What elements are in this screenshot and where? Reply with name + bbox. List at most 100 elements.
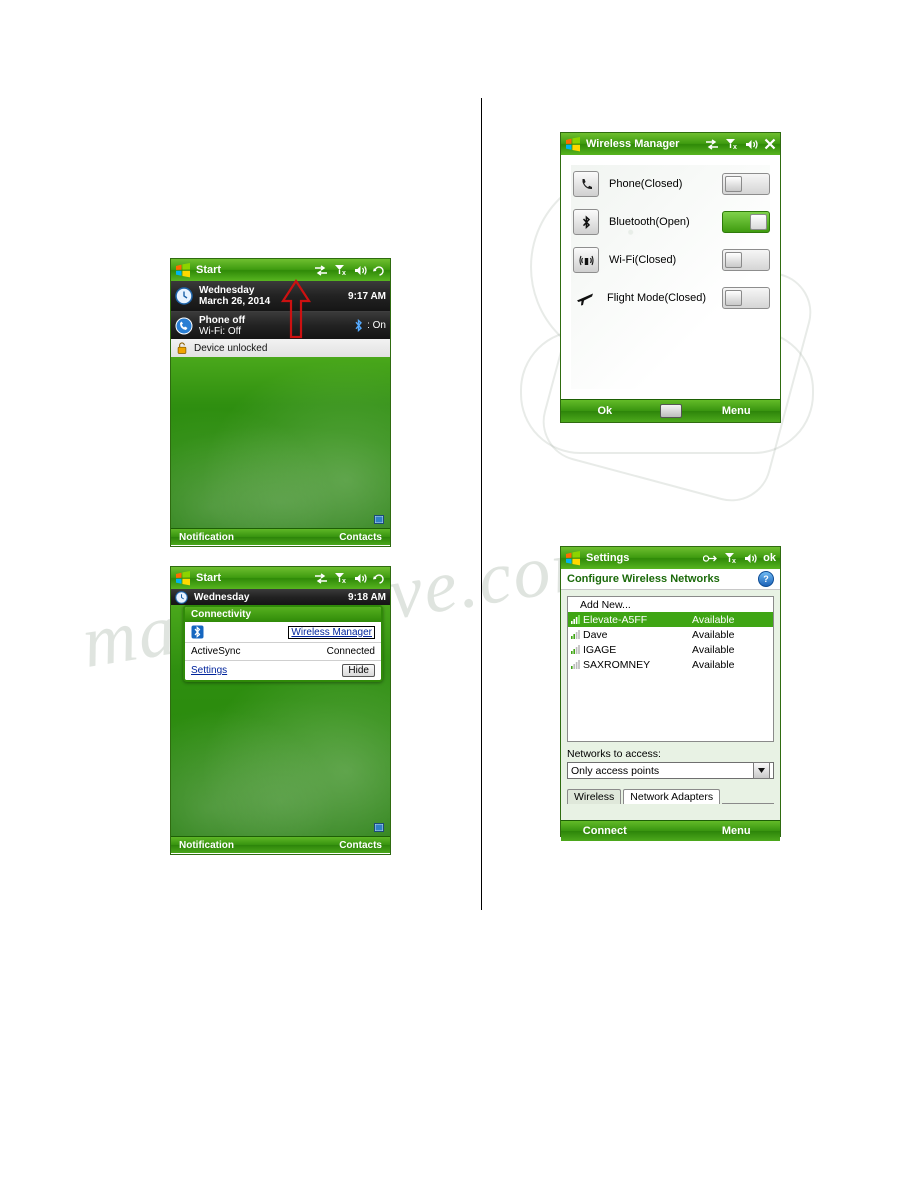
network-name-label: IGAGE [583, 643, 617, 656]
sync-icon[interactable] [373, 573, 386, 584]
tab-wireless[interactable]: Wireless [567, 789, 622, 804]
start-label[interactable]: Start [196, 264, 314, 276]
softkey-right[interactable]: Contacts [339, 532, 382, 543]
connectivity-icon[interactable] [705, 138, 719, 150]
wm-toggle-flight-mode[interactable] [722, 287, 770, 309]
battery-icon [374, 823, 384, 832]
network-name: IGAGE [571, 644, 692, 656]
clock-icon [175, 590, 188, 604]
sync-icon[interactable] [373, 265, 386, 276]
settings-tabs: Wireless Network Adapters [567, 787, 774, 804]
windows-logo-icon [176, 262, 190, 277]
help-icon[interactable]: ? [758, 571, 774, 587]
settings-wireless-screen: Settings x ok Configure Wireless Network… [560, 546, 781, 841]
volume-icon[interactable] [744, 553, 757, 564]
hide-button[interactable]: Hide [342, 664, 375, 677]
softkey-bar: Connect Menu [561, 820, 780, 841]
device-lock-row[interactable]: Device unlocked [171, 339, 390, 357]
table-row[interactable]: SAXROMNEY Available [568, 657, 773, 672]
networks-to-access-select[interactable]: Only access points [567, 762, 774, 779]
status-tray: x ok [703, 552, 776, 564]
document-page: manualslive.com Start x [0, 0, 918, 1188]
table-row[interactable]: Dave Available [568, 627, 773, 642]
softkey-connect[interactable]: Connect [561, 825, 649, 837]
status-tray: x [314, 572, 386, 584]
networks-to-access-value: Only access points [571, 764, 660, 777]
network-name-label: SAXROMNEY [583, 658, 651, 671]
softkey-bar: Notification Contacts [171, 528, 390, 545]
network-name-label: Dave [583, 628, 608, 641]
wm-toggle-phone[interactable] [722, 173, 770, 195]
activesync-status: Connected [326, 646, 375, 657]
window-title: Settings [586, 552, 630, 564]
popup-row-activesync[interactable]: ActiveSync Connected [185, 643, 381, 661]
status-tray: x [314, 264, 386, 276]
signal-off-icon[interactable]: x [334, 264, 348, 276]
softkey-menu[interactable]: Menu [692, 825, 780, 837]
network-name: SAXROMNEY [571, 659, 692, 671]
wm-label-bluetooth: Bluetooth(Open) [609, 216, 690, 228]
svg-text:x: x [732, 558, 736, 564]
network-status: Available [692, 643, 735, 656]
wm-label-wifi: Wi-Fi(Closed) [609, 254, 677, 266]
today-screen-2: Start x Wednesday 9:18 AM Connectivity W… [170, 566, 391, 855]
network-name: Dave [571, 629, 692, 641]
title-ok-button[interactable]: ok [763, 552, 776, 564]
wireless-manager-screen: Wireless Manager x Phone(Closed) Bluetoo… [560, 132, 781, 423]
network-status: Available [692, 613, 735, 626]
signal-bars-icon [571, 630, 580, 639]
battery-icon [374, 515, 384, 524]
network-name-label: Elevate-A5FF [583, 613, 648, 626]
volume-icon[interactable] [354, 573, 367, 584]
phone-off-label: Phone off [199, 314, 246, 326]
svg-text:x: x [342, 270, 346, 276]
softkey-left[interactable]: Notification [179, 840, 234, 851]
signal-off-icon[interactable]: x [725, 138, 739, 150]
title-bar: Start x [171, 259, 390, 281]
signal-off-icon[interactable]: x [724, 552, 738, 564]
date-row[interactable]: Wednesday 9:18 AM [171, 589, 390, 605]
popup-row-wireless-manager[interactable]: Wireless Manager [185, 622, 381, 643]
table-row[interactable]: IGAGE Available [568, 642, 773, 657]
softkey-right[interactable]: Contacts [339, 840, 382, 851]
close-icon[interactable] [764, 138, 776, 150]
page-title: Configure Wireless Networks [567, 573, 720, 585]
connectivity-icon[interactable] [314, 572, 328, 584]
table-row[interactable]: Elevate-A5FF Available [568, 612, 773, 627]
wm-row-wifi[interactable]: Wi-Fi(Closed) [561, 241, 780, 279]
today-screen-1: Start x Wednesday March 26, 2014 9:17 AM… [170, 258, 391, 547]
volume-icon[interactable] [354, 265, 367, 276]
list-item-add-new[interactable]: Add New... [568, 597, 773, 612]
wm-toggle-wifi[interactable] [722, 249, 770, 271]
wifi-off-label: Wi-Fi: Off [199, 325, 242, 337]
chevron-down-icon[interactable] [753, 762, 770, 779]
settings-link[interactable]: Settings [191, 665, 342, 676]
tab-network-adapters[interactable]: Network Adapters [623, 789, 721, 804]
network-list[interactable]: Add New... Elevate-A5FF Available Dave A… [567, 596, 774, 742]
wm-row-bluetooth[interactable]: Bluetooth(Open) [561, 203, 780, 241]
softkey-ok[interactable]: Ok [561, 405, 649, 417]
signal-bars-icon [571, 615, 580, 624]
signal-off-icon[interactable]: x [334, 572, 348, 584]
title-bar: Settings x ok [561, 547, 780, 569]
network-status: Available [692, 658, 735, 671]
phone-icon [573, 171, 599, 197]
start-label[interactable]: Start [196, 572, 314, 584]
flight-mode-icon [573, 286, 597, 310]
wm-row-phone[interactable]: Phone(Closed) [561, 165, 780, 203]
wm-toggle-bluetooth[interactable] [722, 211, 770, 233]
volume-icon[interactable] [745, 139, 758, 150]
signal-bars-icon [571, 660, 580, 669]
wifi-icon [573, 247, 599, 273]
connectivity-icon[interactable] [314, 264, 328, 276]
softkey-left[interactable]: Notification [179, 532, 234, 543]
wireless-manager-link[interactable]: Wireless Manager [288, 625, 375, 639]
softkey-menu[interactable]: Menu [692, 405, 780, 417]
add-new-label: Add New... [580, 598, 631, 611]
popup-row-settings[interactable]: Settings Hide [185, 661, 381, 680]
connectivity-connected-icon[interactable] [703, 553, 718, 564]
today-time: 9:18 AM [348, 591, 386, 603]
keyboard-icon[interactable] [649, 404, 693, 418]
softkey-bar: Ok Menu [561, 399, 780, 422]
wm-row-flight-mode[interactable]: Flight Mode(Closed) [561, 279, 780, 317]
